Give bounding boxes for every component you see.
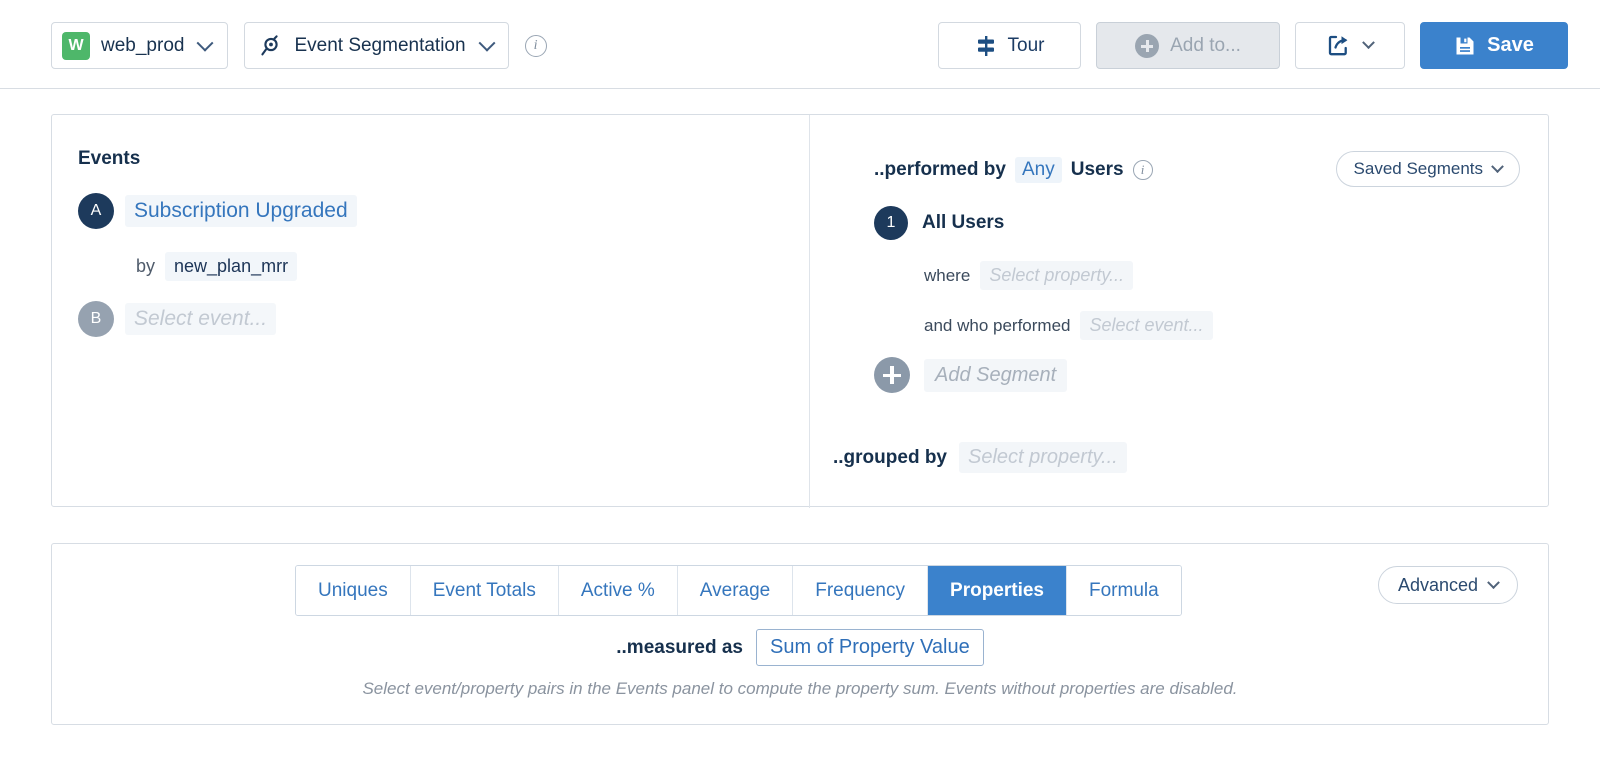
- where-label: where: [924, 266, 970, 286]
- chevron-down-icon: [1487, 576, 1500, 589]
- report-type-selector[interactable]: Event Segmentation: [244, 22, 508, 69]
- tab-active-percent[interactable]: Active %: [559, 566, 678, 615]
- grouped-by-label: ..grouped by: [833, 447, 947, 469]
- performed-by-value[interactable]: Any: [1015, 157, 1062, 183]
- tour-button[interactable]: Tour: [938, 22, 1081, 69]
- share-button[interactable]: [1295, 22, 1405, 69]
- saved-segments-button[interactable]: Saved Segments: [1336, 151, 1520, 187]
- share-icon: [1327, 34, 1350, 57]
- chevron-down-icon: [197, 34, 214, 51]
- tour-label: Tour: [1008, 35, 1045, 57]
- event-row-b[interactable]: B Select event...: [78, 301, 276, 337]
- tab-properties[interactable]: Properties: [928, 566, 1067, 615]
- add-segment-row[interactable]: Add Segment: [874, 357, 1067, 393]
- segment-where-row: where Select property...: [924, 261, 1133, 290]
- signpost-icon: [975, 35, 997, 57]
- tab-uniques[interactable]: Uniques: [296, 566, 411, 615]
- tab-frequency[interactable]: Frequency: [793, 566, 928, 615]
- add-to-label: Add to...: [1170, 35, 1241, 57]
- toolbar-right-group: Tour Add to...: [938, 22, 1568, 69]
- grouped-by-input[interactable]: Select property...: [959, 442, 1127, 473]
- event-segmentation-icon: [259, 34, 283, 58]
- tab-formula[interactable]: Formula: [1067, 566, 1181, 615]
- report-type-name: Event Segmentation: [294, 35, 465, 57]
- grouped-by-row: ..grouped by Select property...: [833, 442, 1127, 473]
- toolbar-left-group: W web_prod Event Segmentation i: [51, 22, 547, 69]
- add-to-button[interactable]: Add to...: [1096, 22, 1280, 69]
- by-label: by: [136, 256, 155, 277]
- performed-by-row: ..performed by Any Users i: [874, 157, 1153, 183]
- chevron-down-icon: [1491, 160, 1504, 173]
- event-name-a[interactable]: Subscription Upgraded: [125, 195, 357, 227]
- event-a-property-row: by new_plan_mrr: [136, 252, 297, 281]
- event-a-property[interactable]: new_plan_mrr: [165, 252, 297, 281]
- segmentation-panel: ..performed by Any Users i Saved Segment…: [809, 115, 1550, 508]
- segment-performed-row: and who performed Select event...: [924, 311, 1213, 340]
- event-badge-b: B: [78, 301, 114, 337]
- query-builder-card: Events A Subscription Upgraded by new_pl…: [51, 114, 1549, 507]
- measured-as-label: ..measured as: [616, 637, 743, 659]
- chevron-down-icon: [478, 34, 495, 51]
- project-name: web_prod: [101, 35, 184, 57]
- saved-segments-label: Saved Segments: [1354, 159, 1483, 179]
- event-row-a[interactable]: A Subscription Upgraded: [78, 193, 357, 229]
- advanced-button[interactable]: Advanced: [1378, 566, 1518, 604]
- event-badge-a: A: [78, 193, 114, 229]
- where-property-input[interactable]: Select property...: [980, 261, 1133, 290]
- tab-event-totals[interactable]: Event Totals: [411, 566, 559, 615]
- measured-as-row: ..measured as Sum of Property Value: [52, 629, 1548, 666]
- plus-circle-icon: [1135, 34, 1159, 58]
- measured-as-value[interactable]: Sum of Property Value: [756, 629, 984, 666]
- project-badge: W: [62, 32, 90, 60]
- project-selector[interactable]: W web_prod: [51, 22, 228, 69]
- and-who-performed-label: and who performed: [924, 316, 1070, 336]
- measurement-card: Uniques Event Totals Active % Average Fr…: [51, 543, 1549, 725]
- add-segment-label[interactable]: Add Segment: [924, 359, 1067, 392]
- event-name-b[interactable]: Select event...: [125, 303, 276, 335]
- segment-name[interactable]: All Users: [922, 212, 1004, 234]
- measure-tabs: Uniques Event Totals Active % Average Fr…: [295, 565, 1182, 616]
- info-icon[interactable]: i: [525, 35, 547, 57]
- measurement-footnote: Select event/property pairs in the Event…: [52, 679, 1548, 699]
- performed-event-input[interactable]: Select event...: [1080, 311, 1212, 340]
- performed-by-suffix: Users: [1071, 159, 1124, 181]
- advanced-label: Advanced: [1398, 575, 1478, 596]
- floppy-disk-icon: [1454, 35, 1476, 57]
- info-icon[interactable]: i: [1133, 160, 1153, 180]
- save-label: Save: [1487, 34, 1534, 57]
- save-button[interactable]: Save: [1420, 22, 1568, 69]
- segment-number: 1: [874, 206, 908, 240]
- top-toolbar: W web_prod Event Segmentation i: [0, 0, 1600, 89]
- chevron-down-icon: [1362, 36, 1375, 49]
- events-panel-title: Events: [78, 148, 140, 170]
- tab-average[interactable]: Average: [678, 566, 793, 615]
- segment-row-1[interactable]: 1 All Users: [874, 206, 1004, 240]
- performed-by-prefix: ..performed by: [874, 159, 1006, 181]
- plus-icon[interactable]: [874, 357, 910, 393]
